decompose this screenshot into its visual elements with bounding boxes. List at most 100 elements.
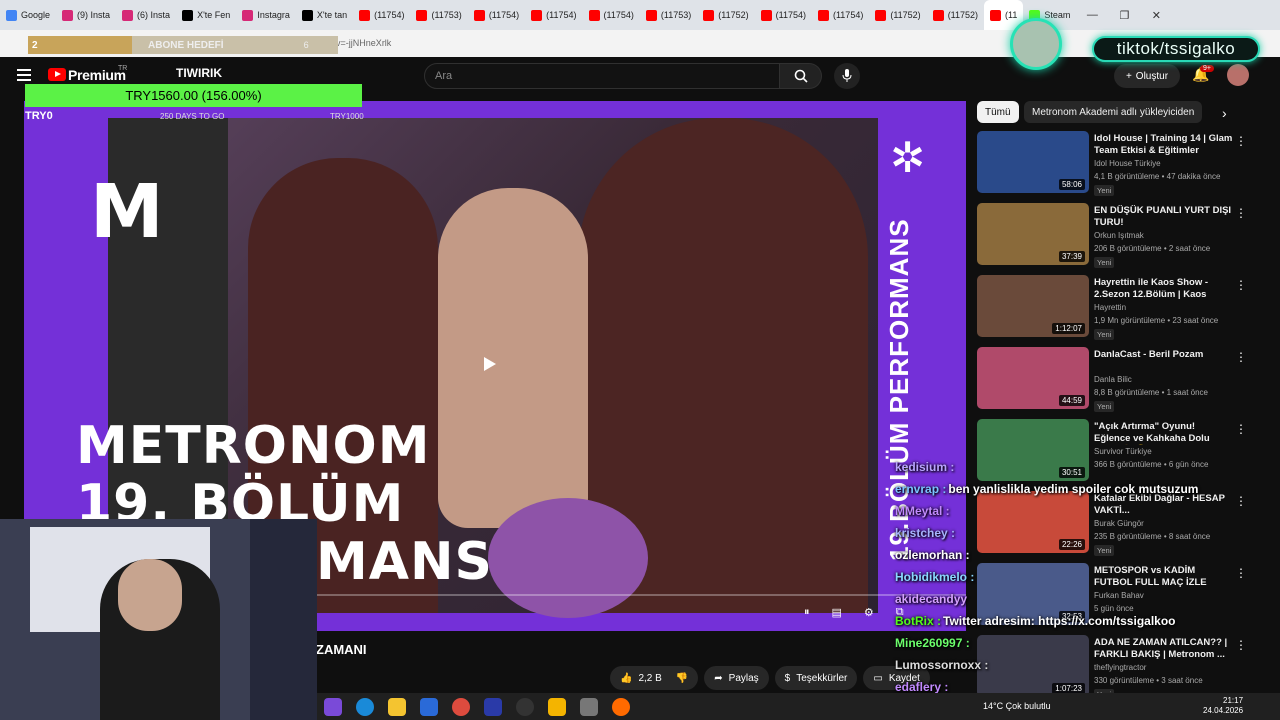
video-title[interactable]: "Açık Artırma" Oyunu! Eğlence ve Kahkaha… (1094, 421, 1234, 445)
filter-chip-all[interactable]: Tümü (977, 101, 1019, 123)
tab-label: Steam (1044, 10, 1071, 20)
recommended-video[interactable]: 44:59 DanlaCast - Beril Pozam Danla Bilic 8… (977, 347, 1272, 415)
browser-tab[interactable]: (9) Insta (56, 0, 116, 30)
browser-tab[interactable]: (11753) (640, 0, 697, 30)
browser-tab[interactable]: (11753) (410, 0, 467, 30)
browser-tab[interactable]: X'te Fen (176, 0, 236, 30)
youtube-logo-icon[interactable] (48, 68, 66, 81)
browser-tab[interactable]: (11752) (927, 0, 984, 30)
tab-label: (11752) (890, 10, 921, 20)
recommended-video[interactable]: 37:39 EN DÜŞÜK PUANLI YURT DIŞI TURU! Orku… (977, 203, 1272, 271)
folder-icon[interactable] (548, 697, 566, 716)
video-thumbnail[interactable]: 58:06 (977, 131, 1089, 193)
browser-tab[interactable]: (11754) (468, 0, 525, 30)
browser-tab[interactable]: (6) Insta (116, 0, 176, 30)
firefox-icon[interactable] (612, 697, 630, 716)
more-options-icon[interactable]: ⋮ (1235, 638, 1247, 652)
video-title[interactable]: METOSPOR vs KADİM FUTBOL FULL MAÇ İZLE (1094, 565, 1234, 589)
browser-tab[interactable]: (11752) (697, 0, 754, 30)
copilot-icon[interactable] (324, 697, 342, 716)
tab-favicon-icon (875, 9, 887, 21)
more-options-icon[interactable]: ⋮ (1235, 278, 1247, 292)
close-icon[interactable]: ✕ (1140, 9, 1172, 22)
mail-icon[interactable] (420, 697, 438, 716)
chat-message: ozlemorhan : (895, 548, 972, 562)
like-button[interactable]: 👍 2,2 B 👎 (610, 666, 699, 690)
share-icon: ➦ (714, 672, 723, 684)
tab-favicon-icon (531, 9, 543, 21)
tab-label: (6) Insta (137, 10, 171, 20)
voice-search-button[interactable] (834, 63, 860, 89)
restore-icon[interactable]: ❐ (1108, 9, 1140, 22)
video-thumbnail[interactable]: 1:07:23 (977, 635, 1089, 697)
browser-tab[interactable]: (11754) (755, 0, 812, 30)
video-thumbnail[interactable]: 37:39 (977, 203, 1089, 265)
video-thumbnail[interactable]: 22:26 (977, 491, 1089, 553)
edge-icon[interactable] (356, 697, 374, 716)
browser-tab[interactable]: Google (0, 0, 56, 30)
search-button[interactable] (780, 63, 822, 89)
more-options-icon[interactable]: ⋮ (1235, 566, 1247, 580)
channel-name[interactable]: theflyingtractor (1094, 663, 1146, 672)
thanks-button[interactable]: $ Teşekkürler (774, 666, 858, 690)
channel-name[interactable]: Danla Bilic (1094, 375, 1132, 384)
more-options-icon[interactable]: ⋮ (1235, 422, 1247, 436)
video-thumbnail[interactable]: 1:12:07 (977, 275, 1089, 337)
video-title[interactable]: Kafalar Ekibi Dağlar - HESAP VAKTİ... (1094, 493, 1234, 517)
video-duration: 30:51 (1058, 467, 1085, 478)
video-title[interactable]: DanlaCast - Beril Pozam (1094, 349, 1234, 361)
channel-name[interactable]: Survivor Türkiye (1094, 447, 1152, 456)
taskbar-clock[interactable]: 21:17 24.04.2026 (1203, 696, 1243, 716)
channel-name[interactable]: Furkan Bahav (1094, 591, 1144, 600)
video-title[interactable]: Hayrettin ile Kaos Show - 2.Sezon 12.Böl… (1094, 277, 1234, 301)
browser-tab[interactable]: X'te tan (296, 0, 353, 30)
channel-name[interactable]: Burak Güngör (1094, 519, 1144, 528)
tab-label: (11754) (546, 10, 577, 20)
browser-tab[interactable]: (11754) (525, 0, 582, 30)
channel-name[interactable]: Orkun Işıtmak (1094, 231, 1144, 240)
video-thumbnail[interactable]: 30:51 (977, 419, 1089, 481)
subtitles-icon[interactable]: ▤ (832, 606, 842, 619)
tab-label: (11752) (947, 10, 979, 20)
hamburger-menu-icon[interactable] (17, 69, 31, 81)
create-button[interactable]: + Oluştur (1114, 64, 1180, 88)
obs-icon[interactable] (516, 697, 534, 716)
tab-favicon-icon (760, 9, 772, 21)
more-options-icon[interactable]: ⋮ (1235, 206, 1247, 220)
recommended-video[interactable]: 1:12:07 Hayrettin ile Kaos Show - 2.Sezon… (977, 275, 1272, 343)
browser-tab[interactable]: (11754) (353, 0, 410, 30)
browser-tab[interactable]: (11752) (869, 0, 926, 30)
settings-gear-icon[interactable]: ⚙ (864, 606, 874, 619)
recommended-video[interactable]: 58:06 Idol House | Training 14 | Glam Tea… (977, 131, 1272, 199)
video-thumbnail[interactable]: 44:59 (977, 347, 1089, 409)
recommended-video[interactable]: 30:51 "Açık Artırma" Oyunu! Eğlence ve Ka… (977, 419, 1272, 487)
video-title[interactable]: Idol House | Training 14 | Glam Team Etk… (1094, 133, 1234, 157)
browser-tab[interactable]: (11754) (812, 0, 869, 30)
app-icon[interactable] (484, 697, 502, 716)
more-options-icon[interactable]: ⋮ (1235, 494, 1247, 508)
search-input[interactable]: Ara (424, 63, 780, 89)
chevron-right-icon[interactable]: › (1222, 105, 1227, 121)
pause-icon[interactable]: ⏸ (804, 606, 810, 619)
recommended-video[interactable]: 22:26 Kafalar Ekibi Dağlar - HESAP VAKTİ.… (977, 491, 1272, 559)
video-title[interactable]: EN DÜŞÜK PUANLI YURT DIŞI TURU! (1094, 205, 1234, 229)
tab-favicon-icon (62, 9, 74, 21)
browser-tab[interactable]: Instagra (236, 0, 296, 30)
chrome-icon[interactable] (452, 697, 470, 716)
channel-name[interactable]: Idol House Türkiye (1094, 159, 1161, 168)
tool-icon[interactable] (580, 697, 598, 716)
more-options-icon[interactable]: ⋮ (1235, 134, 1247, 148)
minimize-icon[interactable]: — (1076, 9, 1108, 21)
notification-count-badge: 9+ (1200, 65, 1214, 72)
browser-tab[interactable]: (11754) (583, 0, 640, 30)
video-title[interactable]: ADA NE ZAMAN ATILCAN?? | FARKLI BAKIŞ | … (1094, 637, 1234, 661)
channel-name[interactable]: Hayrettin (1094, 303, 1126, 312)
more-options-icon[interactable]: ⋮ (1235, 350, 1247, 364)
account-avatar[interactable] (1227, 64, 1249, 86)
share-button[interactable]: ➦ Paylaş (704, 666, 769, 690)
weather-widget[interactable]: 14°C Çok bulutlu (983, 701, 1051, 711)
thumbs-down-icon[interactable]: 👎 (676, 673, 688, 684)
store-icon[interactable] (388, 697, 406, 716)
filter-chip-uploader[interactable]: Metronom Akademi adlı yükleyiciden (1024, 101, 1203, 123)
play-icon[interactable] (484, 357, 496, 371)
